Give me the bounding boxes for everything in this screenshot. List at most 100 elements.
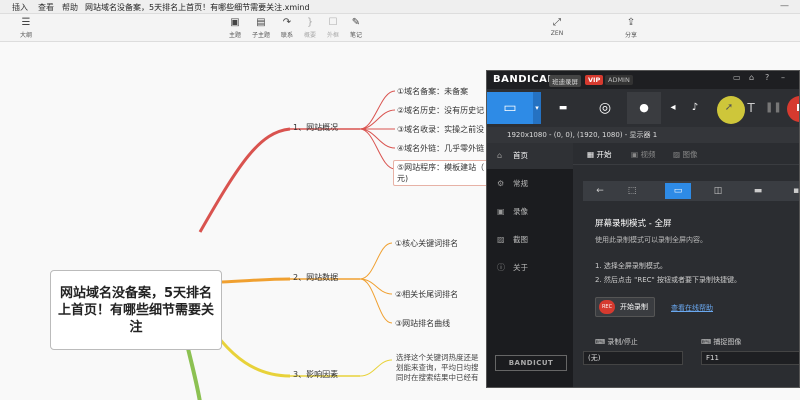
gamepad-icon: ▬ bbox=[753, 186, 763, 196]
sidebar-item-image[interactable]: ▨ 截图 bbox=[487, 227, 573, 253]
speaker-icon: ◂ bbox=[670, 102, 676, 113]
share-label: 分享 bbox=[624, 32, 637, 39]
subtopic-longtail[interactable]: ②相关长尾词排名 bbox=[391, 287, 462, 302]
tab-start[interactable]: ▦ 开始 bbox=[587, 149, 611, 160]
bandicam-window: BANDICAM 班迪录屏 VIP ADMIN ▭ ⌂ ? – ▭ ▾ ▬ ◎ … bbox=[486, 70, 800, 388]
sidebar-label-about: 关于 bbox=[513, 263, 528, 272]
mic-button[interactable]: ♪ bbox=[685, 92, 705, 124]
topic-button[interactable]: ▣ 主题 bbox=[221, 16, 249, 39]
minimize-icon[interactable]: – bbox=[781, 73, 785, 82]
cursor-icon: ➚ bbox=[724, 102, 734, 113]
topic-icon: ▣ bbox=[230, 17, 240, 28]
subtopic-core-keyword[interactable]: ①核心关键词排名 bbox=[391, 236, 462, 251]
subtopic-site-program-line2: 元) bbox=[397, 174, 409, 183]
notes-label: 笔记 bbox=[349, 32, 362, 39]
factor-note-line3: 同时在搜索结果中已经有 bbox=[396, 373, 479, 382]
game-mode-button[interactable]: ◎ bbox=[585, 92, 625, 124]
device-icon: ▪ bbox=[792, 186, 800, 196]
tab-bar: ▦ 开始 ▣ 视频 ▨ 图像 bbox=[573, 143, 799, 165]
minimize-icon[interactable]: — bbox=[780, 1, 789, 11]
subtopic-site-program[interactable]: ⑤网站程序：模板建站（ 元) bbox=[393, 160, 489, 186]
tab-image-label: 图像 bbox=[682, 150, 698, 159]
zen-label: ZEN bbox=[550, 30, 564, 37]
factor-note-line2: 划能来查询，平均日均搜 bbox=[396, 363, 479, 372]
device-mode-button[interactable]: ▪ bbox=[783, 183, 800, 199]
menu-view[interactable]: 查看 bbox=[38, 2, 54, 13]
notes-icon: ✎ bbox=[351, 17, 361, 28]
hotkey-record-field[interactable]: (无) bbox=[583, 351, 683, 365]
start-recording-button[interactable]: REC 开始录制 bbox=[595, 297, 655, 317]
subtopic-domain-index[interactable]: ③域名收录：实操之前没 bbox=[393, 122, 488, 137]
sidebar-item-video[interactable]: ▣ 录像 bbox=[487, 199, 573, 225]
tab-video[interactable]: ▣ 视频 bbox=[631, 149, 655, 160]
sidebar-item-home[interactable]: ⌂ 首页 bbox=[487, 143, 573, 169]
bandicut-button[interactable]: BANDICUT bbox=[495, 355, 567, 371]
share-button[interactable]: ⇪ 分享 bbox=[617, 16, 645, 39]
lock-icon[interactable]: ⌂ bbox=[749, 73, 754, 82]
factor-note-line1: 选择这个关键词热度还是 bbox=[396, 353, 479, 362]
outline-button[interactable]: ☰ 大纲 bbox=[12, 16, 40, 39]
image-icon: ▨ bbox=[497, 235, 505, 244]
hotkey-capture-field[interactable]: F11 bbox=[701, 351, 799, 365]
hotkey-capture-text: 捕捉图像 bbox=[713, 338, 742, 346]
sidebar-label-home: 首页 bbox=[513, 151, 528, 160]
bandicam-titlebar: BANDICAM 班迪录屏 VIP ADMIN ▭ ⌂ ? – bbox=[487, 71, 799, 89]
subtopic-domain-record[interactable]: ①域名备案：未备案 bbox=[393, 84, 472, 99]
step-2: 2. 然后点击 "REC" 按钮或者要下录制快捷键。 bbox=[595, 276, 741, 284]
sidebar-item-general[interactable]: ⚙ 常规 bbox=[487, 171, 573, 197]
video-icon: ▣ bbox=[497, 207, 505, 216]
tab-start-label: 开始 bbox=[596, 150, 612, 159]
tab-video-label: 视频 bbox=[640, 150, 656, 159]
text-icon: T bbox=[747, 101, 755, 115]
capture-area-info: 1920x1080 - (0, 0), (1920, 1080) - 显示器 1 bbox=[487, 127, 799, 143]
rect-area-button[interactable]: ⬚ bbox=[619, 183, 645, 199]
tab-image[interactable]: ▨ 图像 bbox=[673, 149, 697, 160]
branch-data[interactable]: 2、网站数据 bbox=[293, 272, 338, 283]
subtopic-domain-links[interactable]: ④域名外链：几乎零外链 bbox=[393, 141, 488, 156]
mode-title: 屏幕录制模式 - 全屏 bbox=[595, 219, 672, 229]
outline-icon: ☰ bbox=[21, 17, 31, 28]
folder-icon[interactable]: ▭ bbox=[733, 73, 741, 82]
rec-icon: REC bbox=[599, 300, 615, 314]
subtopic-button[interactable]: ▤ 子主题 bbox=[247, 16, 275, 39]
speaker-button[interactable]: ◂ bbox=[663, 92, 683, 124]
fullscreen-mode-button[interactable]: ▭ bbox=[665, 183, 691, 199]
window-title: 网站域名没备案，5天排名上首页！有哪些细节需要关注.xmind bbox=[85, 3, 310, 12]
branch-factors[interactable]: 3、影响因素 bbox=[293, 369, 338, 380]
online-help-link[interactable]: 查看在线帮助 bbox=[671, 303, 713, 313]
pause-icon: ❚❚ bbox=[765, 102, 782, 113]
screen-mode-button[interactable]: ▭ bbox=[487, 92, 533, 124]
subtopic-domain-history[interactable]: ②域名历史：没有历史记 bbox=[393, 103, 488, 118]
hdmi-icon: ▬ bbox=[558, 103, 568, 113]
help-icon[interactable]: ? bbox=[765, 73, 769, 82]
around-mouse-button[interactable]: ◫ bbox=[705, 183, 731, 199]
branch-overview[interactable]: 1、网站概况 bbox=[293, 122, 338, 133]
chevron-down-icon: ▾ bbox=[535, 104, 539, 112]
game-mode-tab-button[interactable]: ▬ bbox=[745, 183, 771, 199]
screen-mode-dropdown[interactable]: ▾ bbox=[533, 92, 541, 124]
hotkey-record-text: 录制/停止 bbox=[607, 338, 638, 346]
mode-description: 使用此录制模式可以录制全屏内容。 bbox=[595, 236, 707, 244]
zen-button[interactable]: ⤢ ZEN bbox=[543, 16, 571, 37]
menu-insert[interactable]: 插入 bbox=[12, 2, 28, 13]
mic-icon: ♪ bbox=[691, 102, 699, 113]
factor-note[interactable]: 选择这个关键词热度还是 划能来查询，平均日均搜 同时在搜索结果中已经有 bbox=[396, 353, 479, 383]
menu-help[interactable]: 帮助 bbox=[62, 2, 78, 13]
sidebar-item-about[interactable]: ⓘ 关于 bbox=[487, 255, 573, 281]
start-recording-label: 开始录制 bbox=[620, 303, 648, 311]
home-icon: ⌂ bbox=[497, 151, 503, 160]
central-topic[interactable]: 网站域名没备案，5天排名上首页！有哪些细节需要关注 bbox=[50, 270, 222, 350]
cursor-button[interactable]: ➚ bbox=[719, 92, 739, 124]
vip-badge: VIP bbox=[585, 75, 604, 85]
notes-button[interactable]: ✎ 笔记 bbox=[342, 16, 370, 39]
rec-button[interactable]: R bbox=[787, 96, 799, 122]
hdmi-mode-button[interactable]: ▬ bbox=[543, 92, 583, 124]
subtopic-icon: ▤ bbox=[256, 17, 266, 28]
outline-label: 大纲 bbox=[19, 32, 32, 39]
back-button[interactable]: ← bbox=[587, 183, 613, 199]
pause-button[interactable]: ❚❚ bbox=[765, 92, 782, 124]
text-button[interactable]: T bbox=[741, 92, 761, 124]
subtopic-rank-curve[interactable]: ③网站排名曲线 bbox=[391, 316, 454, 331]
subtopic-site-program-line1: ⑤网站程序：模板建站（ bbox=[397, 163, 485, 172]
webcam-button[interactable]: ● bbox=[627, 92, 661, 124]
